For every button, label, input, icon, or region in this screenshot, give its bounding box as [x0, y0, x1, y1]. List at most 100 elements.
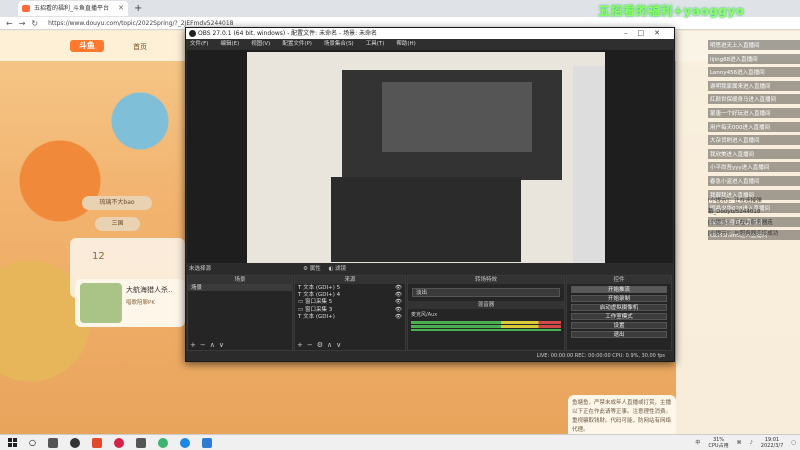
system-message: [小提示]：与服务器连接成功 [708, 231, 779, 237]
eye-icon: 👁 [395, 292, 402, 299]
notice-card: 鱼塘鱼，严禁未成年人直播或打赏，主播以下正在作此请等正事。注意理性消费。重视骗取… [568, 395, 676, 434]
left-button-1[interactable]: 琉璃不大bao [82, 196, 152, 210]
eye-icon: 👁 [395, 306, 402, 313]
task-view-icon[interactable] [47, 437, 58, 448]
obs-menubar: 文件(F) 编辑(E) 视图(V) 配置文件(P) 场景集合(S) 工具(T) … [186, 39, 674, 49]
danmaku-item: lijing88进入直播间 [708, 53, 800, 64]
app-icon-red[interactable] [91, 437, 102, 448]
danmaku-item: 明思进天上入直播间 [708, 40, 800, 50]
douyu-logo[interactable]: 斗鱼 [70, 40, 104, 52]
scene-item[interactable]: 场景 [188, 284, 292, 292]
source-item[interactable]: T 文本 (GDI+) 4 👁 [295, 291, 405, 298]
ime-indicator[interactable]: 中 [695, 440, 700, 446]
scene-tools[interactable]: +−∧∨ [190, 341, 228, 349]
stream-overlay-title: 五招看的福利+yaoggyo [598, 4, 745, 18]
system-tray: 中 31% CPU占用 ⌘ ♪ 19:01 2022/3/7 ▢ [687, 435, 796, 450]
close-tab-icon[interactable]: ✕ [118, 1, 124, 16]
controls-dock: 控件 开始推流 开始录制 启动虚拟摄像机 工作室模式 设置 退出 [566, 275, 672, 351]
settings-button[interactable]: 设置 [571, 321, 667, 329]
middle-dock: 转场特效 淡出 混音器 麦克风/Aux [407, 275, 565, 351]
source-toolbar-buttons: ⚙ 属性 ◐ 滤镜 [303, 264, 346, 274]
obs-window: OBS 27.0.1 (64 bit, windows) - 配置文件: 未命名… [185, 27, 675, 362]
new-tab-icon[interactable]: + [134, 3, 142, 14]
obs-preview[interactable] [187, 50, 673, 263]
obs-window-title: OBS 27.0.1 (64 bit, windows) - 配置文件: 未命名… [198, 30, 378, 37]
system-message: [小提示]：正在与服务器连 [708, 220, 773, 226]
obs-taskbar-icon[interactable] [69, 437, 80, 448]
volume-slider[interactable] [411, 329, 561, 331]
room-card-title: 大航海猎人杀.. [126, 286, 173, 294]
room-card-thumbnail [80, 283, 122, 323]
menu-profile[interactable]: 配置文件(P) [282, 39, 312, 49]
app-icon-blue[interactable] [201, 437, 212, 448]
back-icon[interactable]: ← [6, 19, 13, 28]
danmaku-item: 大杂货刷进入直播间 [708, 135, 800, 146]
nested-chat-capture [573, 66, 605, 263]
danmaku-item: 红颜世保缓身马进入直播间 [708, 94, 800, 105]
forward-icon[interactable]: → [19, 19, 26, 28]
obs-logo-icon [189, 30, 196, 37]
exit-button[interactable]: 退出 [571, 330, 667, 338]
no-source-selected: 未选择源 [189, 266, 212, 272]
menu-scene-collection[interactable]: 场景集合(S) [324, 39, 354, 49]
network-icon[interactable]: ⌘ [737, 440, 742, 446]
browser-taskbar-icon[interactable] [157, 437, 168, 448]
start-recording-button[interactable]: 开始录制 [571, 294, 667, 302]
source-item[interactable]: ▭ 窗口采集 5 👁 [295, 298, 405, 305]
danmaku-item: Lenny456进入直播间 [708, 67, 800, 78]
douyu-favicon-icon [22, 5, 30, 12]
transitions-dock-header: 转场特效 [408, 276, 564, 284]
desktop: 五招看的福利_斗鱼直播平台 ✕ + ← → ↻ https://www.douy… [0, 0, 800, 450]
left-button-2[interactable]: 三国 [95, 217, 140, 231]
scenes-dock: 场景 场景 +−∧∨ [187, 275, 293, 351]
browser-tab[interactable]: 五招看的福利_斗鱼直播平台 ✕ [18, 1, 128, 16]
virtual-camera-button[interactable]: 启动虚拟摄像机 [571, 303, 667, 311]
danmaku-item: 小平尚吾yyy进入直播间 [708, 162, 800, 173]
menu-view[interactable]: 视图(V) [251, 39, 270, 49]
eye-icon: 👁 [395, 285, 402, 291]
system-message: 幕_Douyu/5244018 [708, 209, 761, 215]
obs-titlebar[interactable]: OBS 27.0.1 (64 bit, windows) - 配置文件: 未命名… [186, 28, 674, 39]
refresh-icon[interactable]: ↻ [31, 19, 38, 28]
nav-home-link[interactable]: 首页 [133, 42, 147, 52]
app-icon-weibo[interactable] [113, 437, 124, 448]
search-icon[interactable]: ○ [29, 438, 36, 447]
gear-icon[interactable]: ⚙ [303, 266, 308, 272]
start-streaming-button[interactable]: 开始推流 [571, 285, 667, 293]
sources-dock-header: 来源 [295, 276, 405, 284]
cpu-usage: 31% CPU占用 [708, 437, 729, 449]
controls-dock-header: 控件 [567, 276, 671, 284]
url-field[interactable]: https://www.douyu.com/topic/2022Spring/?… [48, 20, 233, 27]
audio-meter [411, 325, 561, 328]
edge-icon[interactable] [179, 437, 190, 448]
windows-start-icon[interactable] [8, 438, 17, 447]
filters-button[interactable]: 滤镜 [335, 266, 346, 272]
clock[interactable]: 19:01 2022/3/7 [761, 437, 783, 449]
audio-meter [411, 321, 561, 324]
source-item[interactable]: ▭ 窗口采集 3 👁 [295, 306, 405, 313]
stat-number: 12 [92, 251, 105, 262]
mixer-channel-label: 麦克风/Aux [411, 312, 438, 318]
preview-canvas [247, 52, 605, 263]
obs-docks: 场景 场景 +−∧∨ 来源 T 文本 (GDI+) 5 👁 T 文本 (GDI+… [187, 275, 673, 351]
source-tools[interactable]: +−⚙∧∨ [297, 341, 345, 349]
source-toolbar: 未选择源 ⚙ 属性 ◐ 滤镜 [187, 264, 673, 274]
transition-select[interactable]: 淡出 [412, 288, 560, 297]
studio-mode-button[interactable]: 工作室模式 [571, 312, 667, 320]
menu-help[interactable]: 帮助(H) [396, 39, 415, 49]
window-controls[interactable]: –□✕ [624, 28, 670, 39]
filter-icon[interactable]: ◐ [328, 266, 333, 272]
source-item[interactable]: T 文本 (GDI+) 👁 [295, 313, 405, 320]
mixer-dock-header: 混音器 [408, 301, 564, 309]
volume-icon[interactable]: ♪ [750, 440, 753, 446]
system-message-list: [小提示]：正在连接弹 幕_Douyu/5244018 [小提示]：正在与服务器… [708, 196, 800, 240]
properties-button[interactable]: 属性 [310, 266, 321, 272]
notification-icon[interactable]: ▢ [791, 440, 796, 446]
app-icon-dark[interactable] [135, 437, 146, 448]
danmaku-item: 春急小盗进入直播间 [708, 175, 800, 186]
menu-file[interactable]: 文件(F) [190, 39, 208, 49]
source-item[interactable]: T 文本 (GDI+) 5 👁 [295, 284, 405, 291]
nested-capture-inner [382, 82, 532, 152]
menu-tools[interactable]: 工具(T) [366, 39, 385, 49]
menu-edit[interactable]: 编辑(E) [220, 39, 239, 49]
